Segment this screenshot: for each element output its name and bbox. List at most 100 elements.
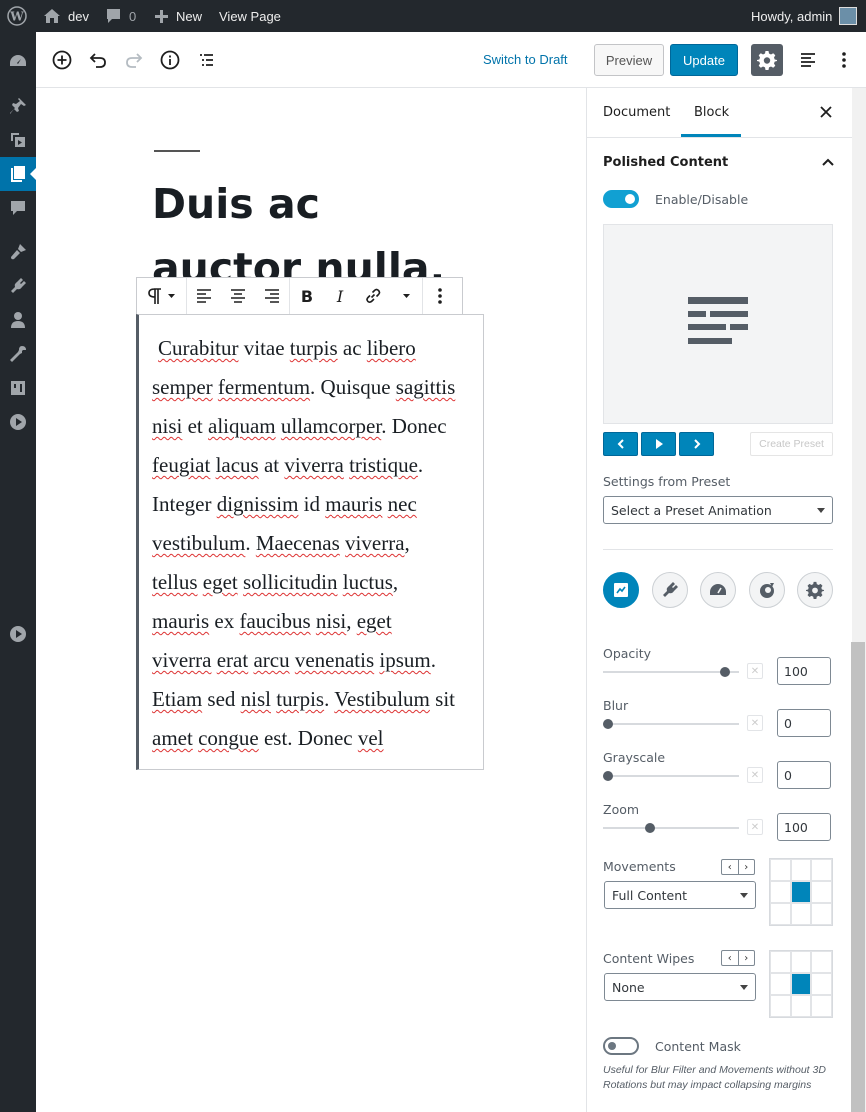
grayscale-slider-thumb[interactable]: [603, 771, 613, 781]
info-icon[interactable]: [158, 48, 182, 72]
pin-icon[interactable]: [0, 89, 36, 123]
pages-icon[interactable]: [0, 157, 36, 191]
align-right-icon[interactable]: [255, 278, 289, 314]
block-more-options-icon[interactable]: [423, 278, 457, 314]
grid-cell[interactable]: [811, 995, 832, 1017]
dashboard-icon[interactable]: [0, 44, 36, 78]
users-icon[interactable]: [0, 303, 36, 337]
grid-cell[interactable]: [770, 859, 791, 881]
site-name-link[interactable]: dev: [43, 0, 89, 32]
undo-icon[interactable]: [86, 48, 110, 72]
add-block-icon[interactable]: [50, 48, 74, 72]
content-mask-toggle[interactable]: [603, 1037, 639, 1055]
grid-cell[interactable]: [811, 903, 832, 925]
align-center-icon[interactable]: [221, 278, 255, 314]
redo-icon[interactable]: [122, 48, 146, 72]
link-icon[interactable]: [356, 278, 390, 314]
grid-cell-selected[interactable]: [790, 881, 812, 903]
opacity-slider-thumb[interactable]: [720, 667, 731, 677]
settings-tab-icon[interactable]: [797, 572, 833, 608]
grid-cell-selected[interactable]: [790, 973, 812, 995]
movements-direction-grid[interactable]: [769, 858, 833, 926]
play-icon[interactable]: [0, 405, 36, 439]
brush-tab-icon[interactable]: [652, 572, 688, 608]
media-icon[interactable]: [0, 123, 36, 157]
wipes-next-icon[interactable]: ›: [739, 951, 755, 965]
italic-icon[interactable]: I: [324, 278, 356, 314]
zoom-reset-button[interactable]: ✕: [747, 819, 763, 835]
wipes-prev-icon[interactable]: ‹: [722, 951, 739, 965]
blur-slider-thumb[interactable]: [603, 719, 613, 729]
scrollbar-thumb[interactable]: [851, 642, 865, 1112]
settings-gear-icon[interactable]: [751, 44, 783, 76]
prev-preset-button[interactable]: [603, 432, 638, 456]
grid-cell[interactable]: [790, 995, 812, 1017]
bold-icon[interactable]: B: [290, 278, 324, 314]
chevron-up-icon[interactable]: [821, 156, 835, 171]
movements-prev-icon[interactable]: ‹: [722, 860, 739, 874]
tab-document[interactable]: Document: [603, 105, 670, 120]
code-editor-icon[interactable]: [796, 48, 820, 72]
plugins-icon[interactable]: [0, 269, 36, 303]
blur-reset-button[interactable]: ✕: [747, 715, 763, 731]
grid-cell[interactable]: [770, 995, 791, 1017]
enable-toggle[interactable]: [603, 190, 639, 208]
filters-tab-icon[interactable]: [603, 572, 639, 608]
comments-icon[interactable]: [0, 191, 36, 225]
my-account-link[interactable]: Howdy, admin: [751, 0, 858, 32]
animation-tab-icon[interactable]: [749, 572, 785, 608]
opacity-slider-track[interactable]: [603, 671, 739, 673]
grid-cell[interactable]: [770, 903, 791, 925]
preview-button[interactable]: Preview: [594, 44, 664, 76]
close-sidebar-icon[interactable]: [819, 105, 833, 123]
grayscale-reset-button[interactable]: ✕: [747, 767, 763, 783]
align-left-icon[interactable]: [187, 278, 221, 314]
grid-cell[interactable]: [811, 951, 832, 973]
tab-block[interactable]: Block: [694, 105, 729, 120]
opacity-reset-button[interactable]: ✕: [747, 663, 763, 679]
play-icon[interactable]: [0, 617, 36, 651]
zoom-slider-track[interactable]: [603, 827, 739, 829]
movements-select[interactable]: Full Content: [604, 881, 756, 909]
more-format-caret-icon[interactable]: [390, 278, 422, 314]
panel-title[interactable]: Polished Content: [603, 155, 728, 170]
view-page-link[interactable]: View Page: [219, 0, 281, 32]
grayscale-slider-track[interactable]: [603, 775, 739, 777]
grid-cell[interactable]: [811, 973, 832, 995]
switch-to-draft-link[interactable]: Switch to Draft: [483, 52, 568, 67]
new-content-link[interactable]: New: [154, 0, 202, 32]
outline-icon[interactable]: [194, 48, 218, 72]
paragraph-switcher[interactable]: [137, 278, 186, 314]
blur-slider-track[interactable]: [603, 723, 739, 725]
opacity-input[interactable]: 100: [777, 657, 831, 685]
zoom-slider-thumb[interactable]: [644, 823, 655, 833]
next-preset-button[interactable]: [679, 432, 714, 456]
wipes-direction-grid[interactable]: [769, 950, 833, 1018]
create-preset-button[interactable]: Create Preset: [750, 432, 833, 456]
grayscale-input[interactable]: 0: [777, 761, 831, 789]
grid-cell[interactable]: [811, 859, 832, 881]
more-options-icon[interactable]: [832, 48, 856, 72]
grid-cell[interactable]: [770, 951, 791, 973]
tools-icon[interactable]: [0, 337, 36, 371]
grid-cell[interactable]: [770, 881, 791, 903]
grid-cell[interactable]: [790, 903, 812, 925]
blur-input[interactable]: 0: [777, 709, 831, 737]
comments-link[interactable]: 0: [105, 0, 136, 32]
gauge-tab-icon[interactable]: [700, 572, 736, 608]
settings-icon[interactable]: [0, 371, 36, 405]
grid-cell[interactable]: [790, 859, 812, 881]
grid-cell[interactable]: [811, 881, 832, 903]
paragraph-block[interactable]: Curabitur vitae turpis ac libero semper f…: [136, 314, 484, 770]
update-button[interactable]: Update: [670, 44, 738, 76]
zoom-input[interactable]: 100: [777, 813, 831, 841]
play-preset-button[interactable]: [641, 432, 676, 456]
preset-select[interactable]: Select a Preset Animation: [603, 496, 833, 524]
grid-cell[interactable]: [770, 973, 791, 995]
separator-block[interactable]: [154, 150, 200, 152]
grid-cell[interactable]: [790, 951, 812, 973]
wordpress-logo-icon[interactable]: W: [7, 0, 27, 32]
appearance-icon[interactable]: [0, 235, 36, 269]
movements-next-icon[interactable]: ›: [739, 860, 755, 874]
wipes-select[interactable]: None: [604, 973, 756, 1001]
